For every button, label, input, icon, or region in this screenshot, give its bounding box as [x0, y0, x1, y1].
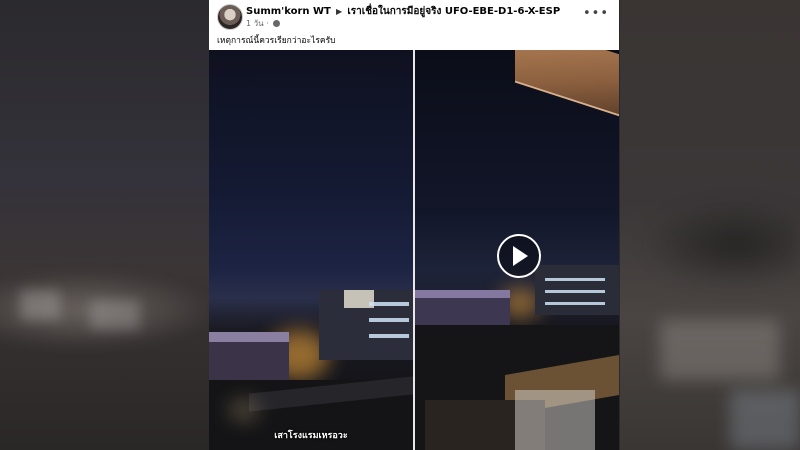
more-options-button[interactable]: ••• [583, 6, 609, 21]
post-media[interactable]: เสาโรงแรมเหรอวะ [209, 50, 619, 450]
post-card: Summ'korn WT ▶ เราเชื่อในการมีอยู่จริง U… [209, 0, 619, 450]
globe-icon [273, 20, 281, 27]
roof-awning [515, 50, 619, 122]
author-avatar[interactable] [217, 4, 243, 30]
video-subtitle: เสาโรงแรมเหรอวะ [274, 431, 348, 441]
post-timestamp[interactable]: 1 วัน [246, 19, 264, 28]
post-header: Summ'korn WT ▶ เราเชื่อในการมีอยู่จริง U… [209, 0, 619, 50]
post-caption: เหตุการณ์นี้ควรเรียกว่าอะไรครับ [217, 36, 336, 46]
video-frame-right [415, 50, 619, 450]
play-icon [513, 246, 528, 266]
backdrop-right [620, 0, 800, 450]
post-title-line: Summ'korn WT ▶ เราเชื่อในการมีอยู่จริง U… [246, 4, 560, 19]
group-name[interactable]: เราเชื่อในการมีอยู่จริง UFO-EBE-D1-6-X-E… [347, 6, 560, 17]
caret-right-icon: ▶ [336, 7, 343, 16]
author-name[interactable]: Summ'korn WT [246, 6, 331, 17]
video-frame-left: เสาโรงแรมเหรอวะ [209, 50, 413, 450]
play-video-button[interactable] [497, 234, 541, 278]
post-meta: 1 วัน · [246, 17, 281, 30]
backdrop-left [0, 0, 220, 450]
